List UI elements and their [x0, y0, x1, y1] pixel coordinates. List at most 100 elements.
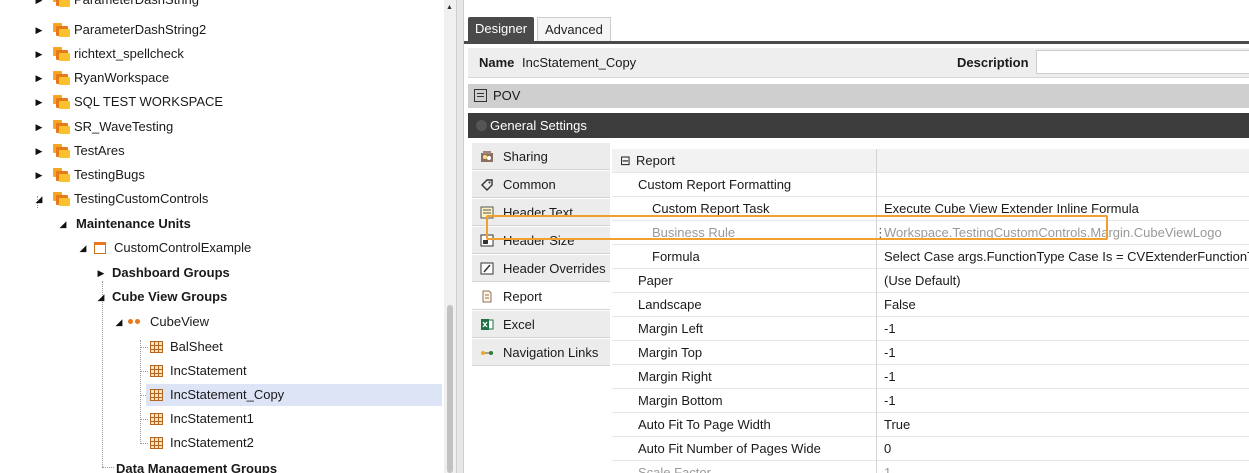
- property-value[interactable]: True: [884, 417, 910, 432]
- workspace-icon: [53, 71, 70, 85]
- tree-item-maintenance-unit[interactable]: ◢ CustomControlExample: [0, 237, 444, 259]
- property-row[interactable]: Landscape False: [612, 293, 1249, 317]
- property-key: Margin Right: [638, 369, 712, 384]
- property-grid: ⊟ Report Custom Report Formatting Custom …: [612, 143, 1249, 473]
- common-icon: [481, 179, 493, 191]
- collapse-arrow-icon[interactable]: ◢: [78, 237, 88, 259]
- expand-arrow-icon[interactable]: ▶: [34, 116, 44, 138]
- property-value[interactable]: Execute Cube View Extender Inline Formul…: [884, 201, 1139, 216]
- side-tab-label: Navigation Links: [503, 345, 599, 360]
- cube-view-icon: [150, 341, 163, 353]
- scroll-up-arrow-icon[interactable]: ▲: [446, 4, 453, 11]
- property-value[interactable]: -1: [884, 321, 896, 336]
- tree-item-workspace[interactable]: ▶ SR_WaveTesting: [0, 116, 444, 138]
- tree-item-workspace[interactable]: ▶ RyanWorkspace: [0, 67, 444, 89]
- collapse-arrow-icon[interactable]: ◢: [114, 311, 124, 333]
- property-value[interactable]: 0: [884, 441, 891, 456]
- property-row[interactable]: Paper (Use Default): [612, 269, 1249, 293]
- tree-item-cube-view-selected[interactable]: IncStatement_Copy: [146, 384, 442, 406]
- tree-item-cube-view[interactable]: IncStatement1: [0, 408, 444, 430]
- tree-item-workspace[interactable]: ▶ TestAres: [0, 140, 444, 162]
- tree-item-cube-view-group[interactable]: ◢ CubeView: [0, 311, 444, 333]
- tree-item-label: ParameterDashString2: [74, 22, 207, 37]
- expand-arrow-icon[interactable]: ▶: [34, 19, 44, 41]
- property-value[interactable]: -1: [884, 369, 896, 384]
- tab-advanced[interactable]: Advanced: [537, 17, 611, 41]
- property-row[interactable]: Custom Report Formatting: [612, 173, 1249, 197]
- property-category-report[interactable]: ⊟ Report: [612, 149, 1249, 173]
- property-value[interactable]: 1: [884, 465, 891, 473]
- collapse-arrow-icon[interactable]: ◢: [96, 286, 106, 308]
- expand-arrow-icon[interactable]: ▶: [34, 43, 44, 65]
- property-value[interactable]: False: [884, 297, 916, 312]
- settings-side-tabs: Sharing Common Header Text Header Size H…: [472, 143, 610, 473]
- property-row[interactable]: Auto Fit To Page Width True: [612, 413, 1249, 437]
- property-row[interactable]: Margin Left -1: [612, 317, 1249, 341]
- side-tab-navigation-links[interactable]: Navigation Links: [472, 339, 610, 366]
- side-tab-common[interactable]: Common: [472, 171, 610, 198]
- tree-item-data-management-groups[interactable]: Data Management Groups: [0, 458, 444, 473]
- cube-view-group-icon: [128, 317, 142, 327]
- expand-arrow-icon[interactable]: ▶: [34, 140, 44, 162]
- tree-item-workspace[interactable]: ▶ ParameterDashString: [0, 0, 444, 11]
- panel-splitter[interactable]: [456, 0, 464, 473]
- property-key: Custom Report Task: [652, 201, 770, 216]
- tree-item-label: Maintenance Units: [76, 216, 191, 231]
- tab-designer[interactable]: Designer: [468, 17, 535, 41]
- tree-item-maintenance-units[interactable]: ◢ Maintenance Units: [0, 213, 444, 235]
- excel-icon: [481, 319, 494, 330]
- expand-arrow-icon[interactable]: ▶: [34, 91, 44, 113]
- tree-item-label: CustomControlExample: [114, 240, 252, 255]
- collapse-arrow-icon[interactable]: ◢: [34, 188, 44, 210]
- side-tab-header-overrides[interactable]: Header Overrides: [472, 255, 610, 282]
- navigation-links-icon: [481, 351, 493, 355]
- property-key: Margin Bottom: [638, 393, 723, 408]
- collapse-arrow-icon[interactable]: ◢: [58, 213, 68, 235]
- property-row[interactable]: Margin Bottom -1: [612, 389, 1249, 413]
- tree-item-cube-view-groups[interactable]: ◢ Cube View Groups: [0, 286, 444, 308]
- collapse-category-icon[interactable]: ⊟: [620, 153, 631, 169]
- property-value[interactable]: -1: [884, 345, 896, 360]
- tree-item-cube-view[interactable]: IncStatement2: [0, 432, 444, 454]
- tree-item-workspace[interactable]: ▶ richtext_spellcheck: [0, 43, 444, 65]
- workspace-icon: [53, 47, 70, 61]
- tree-item-workspace[interactable]: ◢ TestingCustomControls: [0, 188, 444, 210]
- tree-scrollbar[interactable]: ▲: [444, 0, 456, 473]
- property-row[interactable]: Formula Select Case args.FunctionType Ca…: [612, 245, 1249, 269]
- tree-item-label: IncStatement_Copy: [170, 387, 285, 402]
- property-value[interactable]: -1: [884, 393, 896, 408]
- property-value[interactable]: Select Case args.FunctionType Case Is = …: [884, 249, 1249, 264]
- tree-item-workspace[interactable]: ▶ ParameterDashString2: [0, 19, 444, 41]
- pov-section-header[interactable]: POV: [468, 84, 1249, 108]
- side-tab-report[interactable]: Report: [472, 283, 610, 310]
- property-key: Auto Fit Number of Pages Wide: [638, 441, 821, 456]
- expand-arrow-icon[interactable]: ▶: [96, 262, 106, 284]
- tree-item-workspace[interactable]: ▶ SQL TEST WORKSPACE: [0, 91, 444, 113]
- description-input[interactable]: [1036, 50, 1249, 74]
- scrollbar-thumb[interactable]: [447, 305, 453, 473]
- property-row[interactable]: Margin Top -1: [612, 341, 1249, 365]
- description-label: Description: [957, 55, 1029, 70]
- property-row[interactable]: Scale Factor 1: [612, 461, 1249, 473]
- workspace-icon: [53, 144, 70, 158]
- expand-arrow-icon[interactable]: ▶: [34, 67, 44, 89]
- property-value[interactable]: (Use Default): [884, 273, 961, 288]
- workspace-icon: [53, 192, 70, 206]
- side-tab-sharing[interactable]: Sharing: [472, 143, 610, 170]
- cube-view-icon: [150, 413, 163, 425]
- property-key: Margin Top: [638, 345, 703, 360]
- name-value[interactable]: IncStatement_Copy: [522, 55, 636, 70]
- tree-item-cube-view[interactable]: IncStatement: [0, 360, 444, 382]
- tree-item-dashboard-groups[interactable]: ▶ Dashboard Groups: [0, 262, 444, 284]
- property-row[interactable]: Margin Right -1: [612, 365, 1249, 389]
- tree-item-cube-view[interactable]: BalSheet: [0, 336, 444, 358]
- tree-item-label: SQL TEST WORKSPACE: [74, 94, 224, 109]
- workspace-icon: [53, 120, 70, 134]
- expand-arrow-icon[interactable]: ▶: [34, 164, 44, 186]
- tree-item-workspace[interactable]: ▶ TestingBugs: [0, 164, 444, 186]
- general-settings-header[interactable]: General Settings: [468, 113, 1249, 138]
- property-row[interactable]: Auto Fit Number of Pages Wide 0: [612, 437, 1249, 461]
- expand-arrow-icon[interactable]: ▶: [34, 0, 44, 11]
- tree-item-label: Dashboard Groups: [112, 265, 230, 280]
- side-tab-excel[interactable]: Excel: [472, 311, 610, 338]
